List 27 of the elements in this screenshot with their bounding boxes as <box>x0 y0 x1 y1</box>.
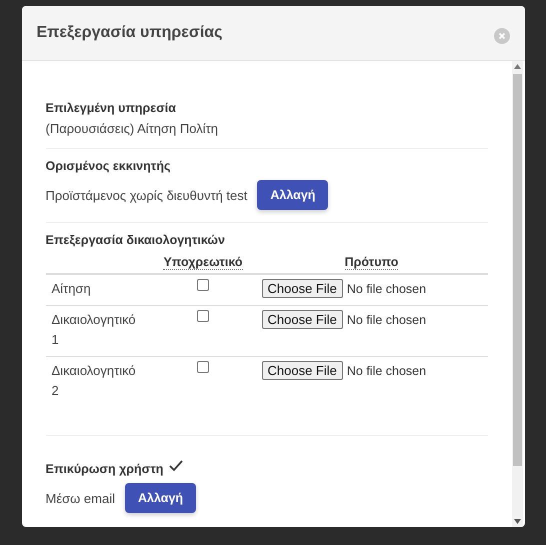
column-header: Πρότυπο <box>344 255 398 270</box>
required-checkbox[interactable] <box>197 310 209 322</box>
scrollbar[interactable] <box>512 61 522 527</box>
choose-file-button[interactable]: Choose File <box>262 279 343 298</box>
section-label: Ορισμένος εκκινητής <box>46 159 172 173</box>
required-checkbox[interactable] <box>197 361 209 373</box>
initiator-name: Προϊστάμενος χωρίς διευθυντή test <box>46 188 248 202</box>
column-header: Υποχρεωτικό <box>163 255 243 270</box>
file-status: No file chosen <box>346 312 426 329</box>
scroll-up-icon[interactable] <box>514 64 520 69</box>
document-name: Δικαιολογητικό 1 <box>52 311 137 349</box>
section-label: Επικύρωση χρήστη <box>46 462 164 476</box>
dialog-title: Επεξεργασία υπηρεσίας <box>36 24 222 42</box>
document-name: Δικαιολογητικό 2 <box>52 362 137 400</box>
section-label: Επιλεγμένη υπηρεσία <box>46 101 177 115</box>
scroll-down-icon[interactable] <box>514 519 520 524</box>
document-name: Αίτηση <box>52 280 92 298</box>
service-name: (Παρουσιάσεις) Αίτηση Πολίτη <box>46 121 220 136</box>
choose-file-button[interactable]: Choose File <box>262 310 343 329</box>
section-label: Επεξεργασία δικαιολογητικών <box>46 233 226 247</box>
required-checkbox[interactable] <box>197 279 209 291</box>
file-status: No file chosen <box>346 363 426 380</box>
verification-method: Μέσω email <box>46 490 115 506</box>
file-status: No file chosen <box>346 281 426 298</box>
choose-file-button[interactable]: Choose File <box>262 361 343 380</box>
change-button[interactable]: Αλλαγή <box>257 180 328 210</box>
change-button[interactable]: Αλλαγή <box>124 483 196 513</box>
